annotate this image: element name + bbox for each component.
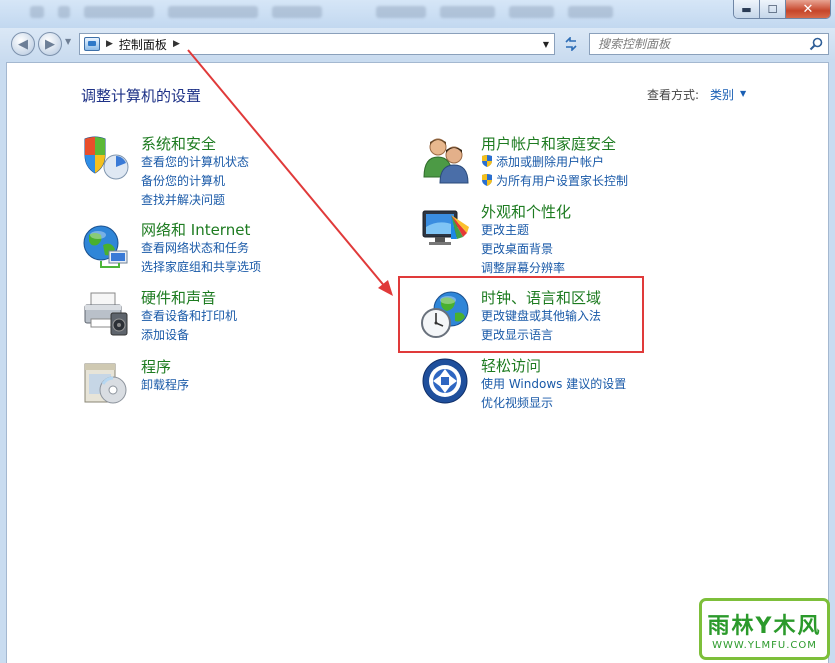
breadcrumb-control-panel[interactable]: 控制面板 <box>119 36 167 53</box>
watermark-logo: 雨林Y木风 WWW.YLMFU.COM <box>699 598 830 660</box>
link-label: 添加或删除用户帐户 <box>496 155 605 169</box>
category-title[interactable]: 系统和安全 <box>141 135 249 153</box>
category-title[interactable]: 用户帐户和家庭安全 <box>481 135 628 153</box>
link-label: 为所有用户设置家长控制 <box>496 174 629 188</box>
link-view-computer-status[interactable]: 查看您的计算机状态 <box>141 153 249 172</box>
programs-icon[interactable] <box>81 358 131 408</box>
back-button[interactable]: ◀ <box>11 32 35 56</box>
window-controls: ▬ ☐ ✕ <box>733 0 831 19</box>
control-panel-icon <box>84 37 100 51</box>
maximize-button[interactable]: ☐ <box>760 0 786 18</box>
category-title[interactable]: 程序 <box>141 358 189 376</box>
breadcrumb-arrow-icon[interactable]: ▶ <box>106 39 113 49</box>
refresh-button[interactable] <box>560 33 582 55</box>
network-globe-icon[interactable] <box>81 221 131 271</box>
address-bar[interactable]: ▶ 控制面板 ▶ ▼ <box>79 33 555 55</box>
shield-computer-icon[interactable] <box>81 135 131 185</box>
ease-of-access-icon[interactable] <box>421 357 471 407</box>
printer-icon[interactable] <box>81 289 131 339</box>
link-network-status[interactable]: 查看网络状态和任务 <box>141 239 261 258</box>
link-uninstall-program[interactable]: 卸载程序 <box>141 376 189 395</box>
category-title[interactable]: 网络和 Internet <box>141 221 261 239</box>
close-button[interactable]: ✕ <box>786 0 830 18</box>
link-change-theme[interactable]: 更改主题 <box>481 221 571 240</box>
category-title[interactable]: 外观和个性化 <box>481 203 571 221</box>
watermark-url: WWW.YLMFU.COM <box>712 639 817 651</box>
breadcrumb-arrow-icon[interactable]: ▶ <box>173 39 180 49</box>
search-box <box>589 33 829 55</box>
search-icon[interactable] <box>809 37 823 51</box>
category-title[interactable]: 轻松访问 <box>481 357 626 375</box>
link-homegroup-sharing[interactable]: 选择家庭组和共享选项 <box>141 258 261 277</box>
refresh-icon <box>565 37 577 51</box>
users-icon[interactable] <box>421 135 471 185</box>
arrow-right-icon: ▶ <box>45 36 55 52</box>
blurred-toolbar <box>0 0 835 24</box>
recent-pages-dropdown[interactable]: ▼ <box>65 37 71 46</box>
search-input[interactable] <box>598 37 798 51</box>
view-by-selector[interactable]: 类别 <box>710 86 734 103</box>
title-bar: ▬ ☐ ✕ <box>0 0 835 28</box>
link-troubleshoot[interactable]: 查找并解决问题 <box>141 191 249 210</box>
minimize-button[interactable]: ▬ <box>734 0 760 18</box>
uac-shield-icon <box>482 155 492 167</box>
link-parental-controls[interactable]: 为所有用户设置家长控制 <box>481 172 628 191</box>
link-change-desktop-background[interactable]: 更改桌面背景 <box>481 240 571 259</box>
page-title: 调整计算机的设置 <box>81 87 202 105</box>
highlight-box <box>398 276 644 353</box>
link-windows-suggested-settings[interactable]: 使用 Windows 建议的设置 <box>481 375 626 394</box>
uac-shield-icon <box>482 174 492 186</box>
watermark-text: 雨林Y木风 <box>707 613 822 639</box>
link-optimize-visual-display[interactable]: 优化视频显示 <box>481 394 626 413</box>
category-title[interactable]: 硬件和声音 <box>141 289 237 307</box>
forward-button[interactable]: ▶ <box>38 32 62 56</box>
chevron-down-icon[interactable]: ▼ <box>740 89 746 98</box>
arrow-left-icon: ◀ <box>18 36 28 52</box>
link-devices-printers[interactable]: 查看设备和打印机 <box>141 307 237 326</box>
control-panel-content: 调整计算机的设置 查看方式: 类别 ▼ 系统和安全 查看您的计算机状态 备份您的… <box>6 62 829 663</box>
link-add-device[interactable]: 添加设备 <box>141 326 237 345</box>
monitor-colors-icon[interactable] <box>421 203 471 253</box>
link-add-remove-user[interactable]: 添加或删除用户帐户 <box>481 153 628 172</box>
link-backup-computer[interactable]: 备份您的计算机 <box>141 172 249 191</box>
address-dropdown[interactable]: ▼ <box>538 34 554 54</box>
view-by-label: 查看方式: <box>647 88 700 102</box>
